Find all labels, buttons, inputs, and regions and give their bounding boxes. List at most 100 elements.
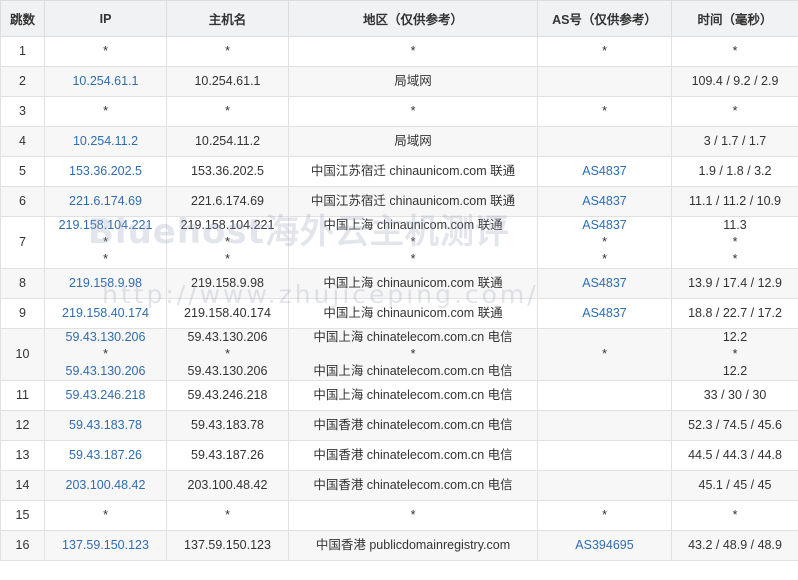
as-link[interactable]: AS4837 [538,217,671,234]
time-value: * [732,44,738,58]
cell-hop: 6 [0,186,45,217]
cell-ip: 59.43.246.218 [44,380,167,411]
ip-value: * [103,44,108,58]
host-value: * [225,44,230,58]
region-value: * [410,44,416,58]
region-value: 局域网 [394,74,432,88]
cell-ip: 59.43.130.206 * 59.43.130.206 [44,328,167,381]
cell-region: * [288,500,538,531]
ip-link[interactable]: 59.43.130.206 [45,329,166,346]
cell-ip: 221.6.174.69 [44,186,167,217]
cell-host: 59.43.246.218 [166,380,289,411]
host-value: * [225,252,230,266]
ip-link[interactable]: 59.43.183.78 [45,417,166,434]
region-value: 中国上海 chinaunicom.com 联通 [323,276,503,290]
time-value: 12.2 [722,330,748,344]
ip-link[interactable]: 219.158.9.98 [45,275,166,292]
ip-link[interactable]: 10.254.61.1 [45,73,166,90]
ip-link[interactable]: 59.43.130.206 [45,363,166,380]
ip-value: * [103,252,108,266]
host-value: * [225,508,230,522]
host-value: 203.100.48.42 [187,478,268,492]
cell-as [537,126,672,157]
header-hop[interactable]: 跳数 [0,0,45,37]
table-row: 15 * * * * * [0,500,798,531]
as-link[interactable]: AS4837 [538,193,671,210]
host-value: * [225,104,230,118]
host-value: 59.43.130.206 [187,364,268,378]
table-row: 6 221.6.174.69 221.6.174.69 中国江苏宿迁 chinauni… [0,186,798,217]
cell-region: * [288,36,538,67]
cell-hop: 11 [0,380,45,411]
ip-link[interactable]: 221.6.174.69 [45,193,166,210]
ip-value: * [103,347,108,361]
host-value: 219.158.9.98 [191,276,264,290]
cell-hop: 15 [0,500,45,531]
ip-link[interactable]: 137.59.150.123 [45,537,166,554]
host-value: * [225,347,230,361]
cell-host: 219.158.104.221 * * [166,216,289,269]
host-value: 221.6.174.69 [191,194,264,208]
header-ip[interactable]: IP [44,0,167,37]
host-value: 59.43.130.206 [187,330,268,344]
cell-time: 18.8 / 22.7 / 17.2 [671,298,798,329]
cell-ip: 59.43.187.26 [44,440,167,471]
cell-host: 59.43.183.78 [166,410,289,441]
cell-as [537,440,672,471]
as-value: * [602,508,607,522]
cell-ip: * [44,96,167,127]
cell-host: 59.43.187.26 [166,440,289,471]
region-value: 中国香港 chinatelecom.com.cn 电信 [313,478,513,492]
region-value: 中国上海 chinatelecom.com.cn 电信 [313,388,513,402]
cell-ip: 10.254.61.1 [44,66,167,97]
header-time-ms[interactable]: 时间（毫秒） [671,0,798,37]
cell-region: * [288,96,538,127]
as-link[interactable]: AS394695 [538,537,671,554]
host-value: 10.254.11.2 [194,134,261,148]
cell-ip: 219.158.9.98 [44,268,167,299]
cell-region: 中国香港 chinatelecom.com.cn 电信 [288,410,538,441]
cell-ip: * [44,500,167,531]
region-value: * [410,235,416,249]
ip-link[interactable]: 10.254.11.2 [45,133,166,150]
table-row: 9 219.158.40.174 219.158.40.174 中国上海 chinau… [0,298,798,329]
ip-link[interactable]: 219.158.104.221 [45,217,166,234]
header-region[interactable]: 地区（仅供参考） [288,0,538,37]
header-hostname[interactable]: 主机名 [166,0,289,37]
cell-time: * [671,36,798,67]
cell-region: 中国香港 publicdomainregistry.com [288,530,538,561]
as-link[interactable]: AS4837 [538,163,671,180]
cell-time: 33 / 30 / 30 [671,380,798,411]
time-value: 33 / 30 / 30 [703,388,767,402]
cell-region: 局域网 [288,126,538,157]
cell-ip: 10.254.11.2 [44,126,167,157]
header-as-number[interactable]: AS号（仅供参考） [537,0,672,37]
cell-host: 153.36.202.5 [166,156,289,187]
time-value: 52.3 / 74.5 / 45.6 [688,418,782,432]
cell-time: 44.5 / 44.3 / 44.8 [671,440,798,471]
ip-link[interactable]: 203.100.48.42 [45,477,166,494]
ip-link[interactable]: 153.36.202.5 [45,163,166,180]
cell-host: * [166,500,289,531]
cell-host: 219.158.9.98 [166,268,289,299]
cell-as: AS4837 [537,268,672,299]
cell-time: 11.1 / 11.2 / 10.9 [671,186,798,217]
as-link[interactable]: AS4837 [538,305,671,322]
table-row: 4 10.254.11.2 10.254.11.2 局域网 3 / 1.7 / 1.7 [0,126,798,157]
host-value: 137.59.150.123 [184,538,271,552]
ip-link[interactable]: 219.158.40.174 [45,305,166,322]
cell-region: 局域网 [288,66,538,97]
ip-link[interactable]: 59.43.187.26 [45,447,166,464]
table-row: 10 59.43.130.206 * 59.43.130.206 59.43.130.2… [0,328,798,381]
ip-link[interactable]: 59.43.246.218 [45,387,166,404]
as-link[interactable]: AS4837 [538,275,671,292]
cell-time: * [671,96,798,127]
cell-region: 中国江苏宿迁 chinaunicom.com 联通 [288,186,538,217]
table-row: 16 137.59.150.123 137.59.150.123 中国香港 publi… [0,530,798,561]
time-value: 45.1 / 45 / 45 [698,478,772,492]
cell-hop: 14 [0,470,45,501]
region-value: 中国上海 chinaunicom.com 联通 [323,218,503,232]
cell-hop: 5 [0,156,45,187]
region-value: * [410,347,416,361]
as-value: * [602,104,607,118]
